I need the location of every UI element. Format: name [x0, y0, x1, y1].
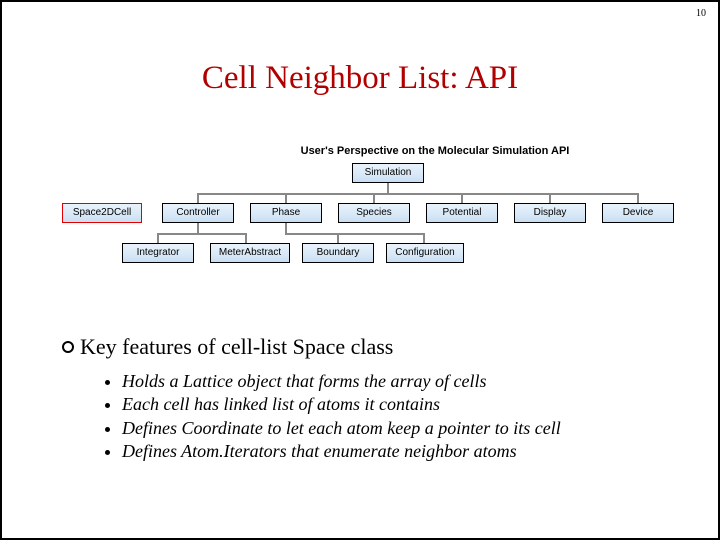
hollow-bullet-icon — [62, 341, 74, 353]
node-phase: Phase — [250, 203, 322, 223]
connector — [285, 233, 425, 235]
connector — [157, 233, 247, 235]
node-meterabstract: MeterAbstract — [210, 243, 290, 263]
list-item: Defines Atom.Iterators that enumerate ne… — [122, 440, 658, 463]
connector — [637, 193, 639, 203]
node-space2dcell: Space2DCell — [62, 203, 142, 223]
lead-text: Key features of cell-list Space class — [80, 334, 393, 359]
connector — [423, 233, 425, 243]
diagram-title: User's Perspective on the Molecular Simu… — [192, 145, 678, 157]
slide: 10 Cell Neighbor List: API User's Perspe… — [0, 0, 720, 540]
connector — [197, 223, 199, 233]
page-number: 10 — [696, 8, 706, 19]
connector — [157, 233, 159, 243]
connector — [461, 193, 463, 203]
content-block: Key features of cell-list Space class Ho… — [62, 334, 658, 464]
node-boundary: Boundary — [302, 243, 374, 263]
connector — [197, 193, 637, 195]
node-controller: Controller — [162, 203, 234, 223]
list-item: Defines Coordinate to let each atom keep… — [122, 417, 658, 440]
connector — [285, 223, 287, 233]
node-configuration: Configuration — [386, 243, 464, 263]
connector — [337, 233, 339, 243]
node-simulation: Simulation — [352, 163, 424, 183]
list-item: Holds a Lattice object that forms the ar… — [122, 370, 658, 393]
node-species: Species — [338, 203, 410, 223]
connector — [549, 193, 551, 203]
node-device: Device — [602, 203, 674, 223]
connector — [373, 193, 375, 203]
connector — [197, 193, 199, 203]
bullet-list: Holds a Lattice object that forms the ar… — [122, 370, 658, 464]
lead-line: Key features of cell-list Space class — [62, 334, 658, 360]
list-item: Each cell has linked list of atoms it co… — [122, 393, 658, 416]
connector — [387, 183, 389, 193]
slide-title: Cell Neighbor List: API — [2, 60, 718, 97]
connector — [245, 233, 247, 243]
node-display: Display — [514, 203, 586, 223]
connector — [285, 193, 287, 203]
api-diagram: User's Perspective on the Molecular Simu… — [62, 145, 678, 290]
node-potential: Potential — [426, 203, 498, 223]
node-integrator: Integrator — [122, 243, 194, 263]
